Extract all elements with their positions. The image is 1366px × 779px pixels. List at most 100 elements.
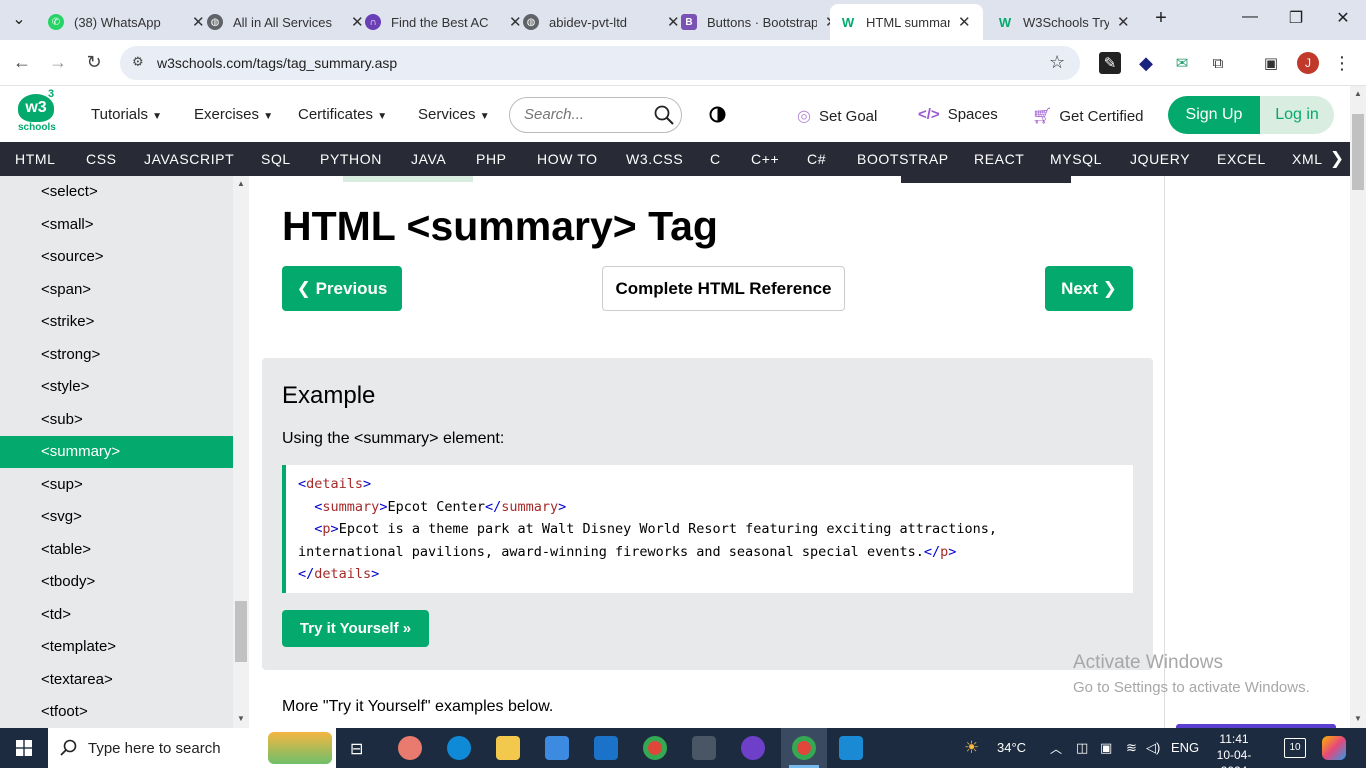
close-tab-icon[interactable]: ✕	[958, 13, 971, 31]
dark-mode-toggle-icon[interactable]	[709, 106, 726, 123]
file-explorer-icon[interactable]	[496, 736, 520, 760]
search-input[interactable]	[524, 106, 644, 123]
microsoft-store-icon[interactable]	[545, 736, 569, 760]
language-indicator[interactable]: ENG	[1171, 740, 1199, 755]
tab-all-in-all-services[interactable]: ◍ All in All Services ✕	[197, 4, 374, 40]
tab-bootstrap-buttons[interactable]: B Buttons · Bootstrap ✕	[671, 4, 848, 40]
topnav-jquery[interactable]: JQUERY	[1130, 151, 1190, 167]
topnav-java[interactable]: JAVA	[411, 151, 446, 167]
complete-html-reference-button[interactable]: Complete HTML Reference	[602, 266, 845, 311]
scroll-up-icon[interactable]: ▲	[1354, 89, 1362, 98]
page-scroll-thumb[interactable]	[1352, 114, 1364, 190]
new-tab-icon[interactable]: +	[1149, 7, 1173, 30]
reload-icon[interactable]: ↻	[82, 52, 106, 73]
profile-avatar[interactable]: J	[1297, 52, 1319, 74]
weather-icon[interactable]: ☀	[964, 738, 979, 758]
app-icon-generic[interactable]	[692, 736, 716, 760]
previous-button[interactable]: ❮ Previous	[282, 266, 402, 311]
topnav-cpp[interactable]: C++	[751, 151, 779, 167]
get-certified-link[interactable]: 🛒︎ Get Certified	[1032, 106, 1144, 126]
topnav-excel[interactable]: EXCEL	[1217, 151, 1266, 167]
chrome-icon[interactable]	[643, 736, 667, 760]
sign-up-button[interactable]: Sign Up	[1168, 96, 1260, 134]
app-icon-generic[interactable]	[398, 736, 422, 760]
browser-menu-icon[interactable]: ⋮	[1331, 52, 1353, 74]
try-it-yourself-button[interactable]: Try it Yourself »	[282, 610, 429, 647]
sidebar-item-summary-active[interactable]: <summary>	[0, 436, 233, 468]
address-bar[interactable]: ⚙ w3schools.com/tags/tag_summary.asp ☆	[120, 46, 1080, 80]
tab-abidev[interactable]: ◍ abidev-pvt-ltd ✕	[513, 4, 690, 40]
topnav-how-to[interactable]: HOW TO	[537, 151, 598, 167]
page-scrollbar[interactable]: ▲ ▼	[1350, 86, 1366, 728]
sidebar-item-select[interactable]: <select>	[0, 176, 233, 208]
bookmark-star-icon[interactable]: ☆	[1049, 52, 1065, 73]
close-window-icon[interactable]: ✕	[1331, 8, 1355, 28]
topnav-html[interactable]: HTML	[15, 151, 56, 167]
tab-tryit-editor[interactable]: W W3Schools Tryit Editor ✕	[987, 4, 1140, 40]
volume-icon[interactable]: ◁)	[1146, 740, 1160, 756]
site-search[interactable]	[509, 97, 682, 133]
forward-icon[interactable]: →	[46, 52, 70, 73]
close-tab-icon[interactable]: ✕	[1117, 13, 1130, 31]
minimize-icon[interactable]: —	[1238, 8, 1262, 26]
wifi-icon[interactable]: ≋	[1126, 740, 1137, 756]
tab-whatsapp[interactable]: ✆ (38) WhatsApp ✕	[38, 4, 215, 40]
extension-mail-icon[interactable]: ✉	[1171, 52, 1193, 74]
sidebar-item-tbody[interactable]: <tbody>	[0, 566, 233, 598]
sidebar-item-strong[interactable]: <strong>	[0, 339, 233, 371]
restore-icon[interactable]: ❐	[1284, 8, 1308, 28]
tray-app-icon[interactable]: ◫	[1076, 740, 1088, 756]
topnav-scroll-right-icon[interactable]: ❯	[1324, 146, 1350, 172]
topnav-csharp[interactable]: C#	[807, 151, 826, 167]
menu-services[interactable]: Services ▼	[418, 106, 490, 123]
sidebar-item-tfoot[interactable]: <tfoot>	[0, 696, 233, 728]
spaces-link[interactable]: </> Spaces	[918, 106, 998, 123]
scroll-down-icon[interactable]: ▼	[237, 714, 245, 723]
sidebar-item-sub[interactable]: <sub>	[0, 404, 233, 436]
menu-tutorials[interactable]: Tutorials ▼	[91, 106, 162, 123]
scroll-down-icon[interactable]: ▼	[1354, 714, 1362, 723]
sidebar-item-table[interactable]: <table>	[0, 534, 233, 566]
topnav-w3css[interactable]: W3.CSS	[626, 151, 683, 167]
extension-pen-icon[interactable]: ✎	[1099, 52, 1121, 74]
w3schools-logo[interactable]: w3 3 schools	[17, 88, 59, 134]
topnav-sql[interactable]: SQL	[261, 151, 291, 167]
topnav-php[interactable]: PHP	[476, 151, 507, 167]
sidebar-item-td[interactable]: <td>	[0, 599, 233, 631]
topnav-css[interactable]: CSS	[86, 151, 117, 167]
sidebar-scroll-thumb[interactable]	[235, 601, 247, 662]
tab-find-best-ac[interactable]: ∩ Find the Best AC ✕	[355, 4, 532, 40]
topnav-bootstrap[interactable]: BOOTSTRAP	[857, 151, 949, 167]
mail-icon[interactable]	[594, 736, 618, 760]
set-goal-link[interactable]: ◎ Set Goal	[797, 106, 877, 126]
tray-chevron-icon[interactable]: ︿	[1050, 740, 1062, 757]
sidebar-item-strike[interactable]: <strike>	[0, 306, 233, 338]
github-desktop-icon[interactable]	[741, 736, 765, 760]
side-panel-icon[interactable]: ▣	[1260, 52, 1282, 74]
windows-start-icon[interactable]	[16, 740, 32, 756]
back-icon[interactable]: ←	[10, 52, 34, 73]
topnav-javascript[interactable]: JAVASCRIPT	[144, 151, 234, 167]
clock[interactable]: 11:41 10-04-2024	[1208, 731, 1260, 779]
topnav-xml[interactable]: XML	[1292, 151, 1323, 167]
sidebar-item-style[interactable]: <style>	[0, 371, 233, 403]
weather-temperature[interactable]: 34°C	[997, 740, 1026, 755]
sidebar-scrollbar[interactable]: ▲ ▼	[233, 176, 249, 728]
tab-search-icon[interactable]: ⌄	[7, 9, 31, 29]
taskbar-active-app[interactable]	[781, 728, 827, 768]
tab-html-summary-active[interactable]: W HTML summary tag ✕	[830, 4, 983, 40]
search-icon[interactable]	[654, 105, 674, 125]
notification-center-icon[interactable]: 10	[1284, 738, 1306, 758]
sidebar-item-template[interactable]: <template>	[0, 631, 233, 663]
extension-diamond-icon[interactable]: ◆	[1135, 52, 1157, 74]
taskbar-search[interactable]: Type here to search	[48, 728, 336, 768]
menu-exercises[interactable]: Exercises ▼	[194, 106, 273, 123]
task-view-icon[interactable]: ⊟	[350, 739, 363, 759]
scroll-up-icon[interactable]: ▲	[237, 179, 245, 188]
topnav-mysql[interactable]: MYSQL	[1050, 151, 1102, 167]
log-in-button[interactable]: Log in	[1260, 96, 1334, 134]
extensions-puzzle-icon[interactable]: ⧉	[1207, 52, 1229, 74]
topnav-c[interactable]: C	[710, 151, 721, 167]
sidebar-item-sup[interactable]: <sup>	[0, 469, 233, 501]
vscode-icon[interactable]	[839, 736, 863, 760]
